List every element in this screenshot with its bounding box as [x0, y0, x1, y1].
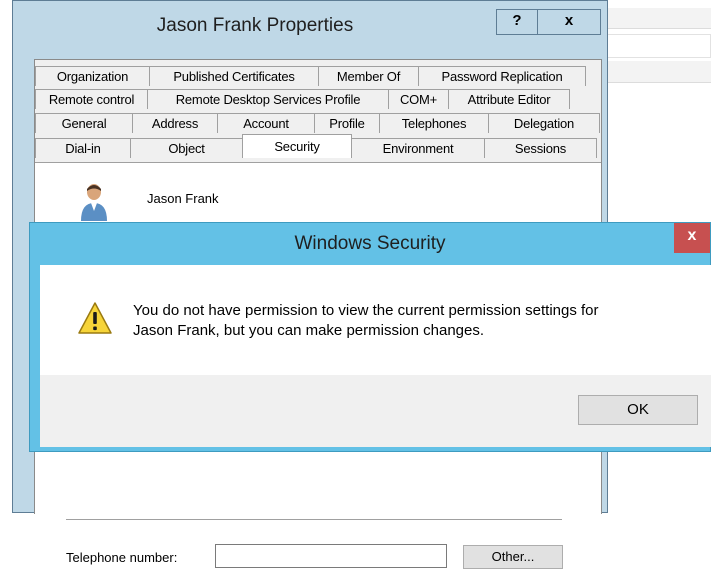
- background-input: [602, 34, 711, 58]
- warning-icon: [77, 301, 113, 335]
- tab-environment[interactable]: Environment: [351, 138, 485, 158]
- tab-member-of[interactable]: Member Of: [318, 66, 419, 86]
- background-header-band: [600, 8, 711, 29]
- tab-general[interactable]: General: [35, 113, 133, 133]
- security-message: You do not have permission to view the c…: [133, 301, 693, 341]
- tab-published-certificates[interactable]: Published Certificates: [149, 66, 319, 86]
- tab-password-replication[interactable]: Password Replication: [418, 66, 586, 86]
- tab-remote-desktop-services-profile[interactable]: Remote Desktop Services Profile: [147, 89, 389, 109]
- tab-com-plus[interactable]: COM+: [388, 89, 449, 109]
- security-close-button[interactable]: x: [674, 223, 710, 253]
- security-dialog-title: Windows Security: [294, 233, 446, 254]
- tab-dial-in[interactable]: Dial-in: [35, 138, 131, 158]
- security-dialog-body: You do not have permission to view the c…: [40, 265, 711, 375]
- user-name-label: Jason Frank: [147, 191, 219, 206]
- windows-security-dialog: Windows Security x You do not have permi…: [29, 222, 711, 452]
- tab-attribute-editor[interactable]: Attribute Editor: [448, 89, 570, 109]
- telephone-number-label: Telephone number:: [66, 550, 178, 565]
- tab-security[interactable]: Security: [242, 134, 352, 158]
- tab-telephones[interactable]: Telephones: [379, 113, 489, 133]
- tab-object[interactable]: Object: [130, 138, 243, 158]
- user-avatar-icon: [79, 181, 109, 221]
- tab-delegation[interactable]: Delegation: [488, 113, 600, 133]
- tab-row-3: General Address Account Profile Telephon…: [35, 113, 600, 133]
- divider: [66, 519, 562, 520]
- tab-sessions[interactable]: Sessions: [484, 138, 597, 158]
- security-message-line-2: Jason Frank, but you can make permission…: [133, 322, 485, 339]
- ok-button[interactable]: OK: [578, 395, 698, 425]
- security-message-line-1: You do not have permission to view the c…: [133, 302, 599, 319]
- tab-row-1: Organization Published Certificates Memb…: [35, 66, 586, 86]
- help-button[interactable]: ?: [496, 9, 538, 35]
- tab-row-2: Remote control Remote Desktop Services P…: [35, 89, 570, 109]
- security-dialog-footer: OK: [40, 375, 711, 447]
- tab-row-4: Dial-in Object Security Environment Sess…: [35, 134, 597, 158]
- tab-remote-control[interactable]: Remote control: [35, 89, 148, 109]
- other-button[interactable]: Other...: [463, 545, 563, 569]
- tab-organization[interactable]: Organization: [35, 66, 150, 86]
- background-header-band-2: [600, 61, 711, 83]
- tab-address[interactable]: Address: [132, 113, 218, 133]
- telephone-number-input[interactable]: [215, 544, 447, 568]
- tab-account[interactable]: Account: [217, 113, 315, 133]
- tab-profile[interactable]: Profile: [314, 113, 380, 133]
- close-button[interactable]: x: [537, 9, 601, 35]
